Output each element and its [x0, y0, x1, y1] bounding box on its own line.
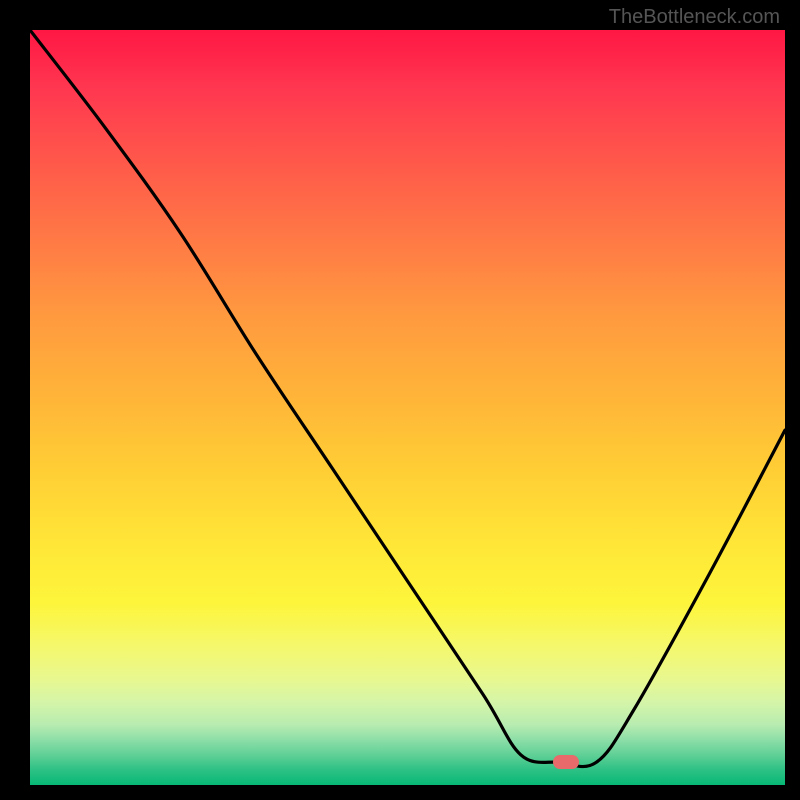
chart-container: TheBottleneck.com: [0, 0, 800, 800]
bottleneck-curve: [30, 30, 785, 767]
optimal-point-marker: [553, 755, 579, 769]
plot-area: [30, 30, 785, 785]
curve-svg: [30, 30, 785, 785]
watermark-text: TheBottleneck.com: [609, 6, 780, 29]
